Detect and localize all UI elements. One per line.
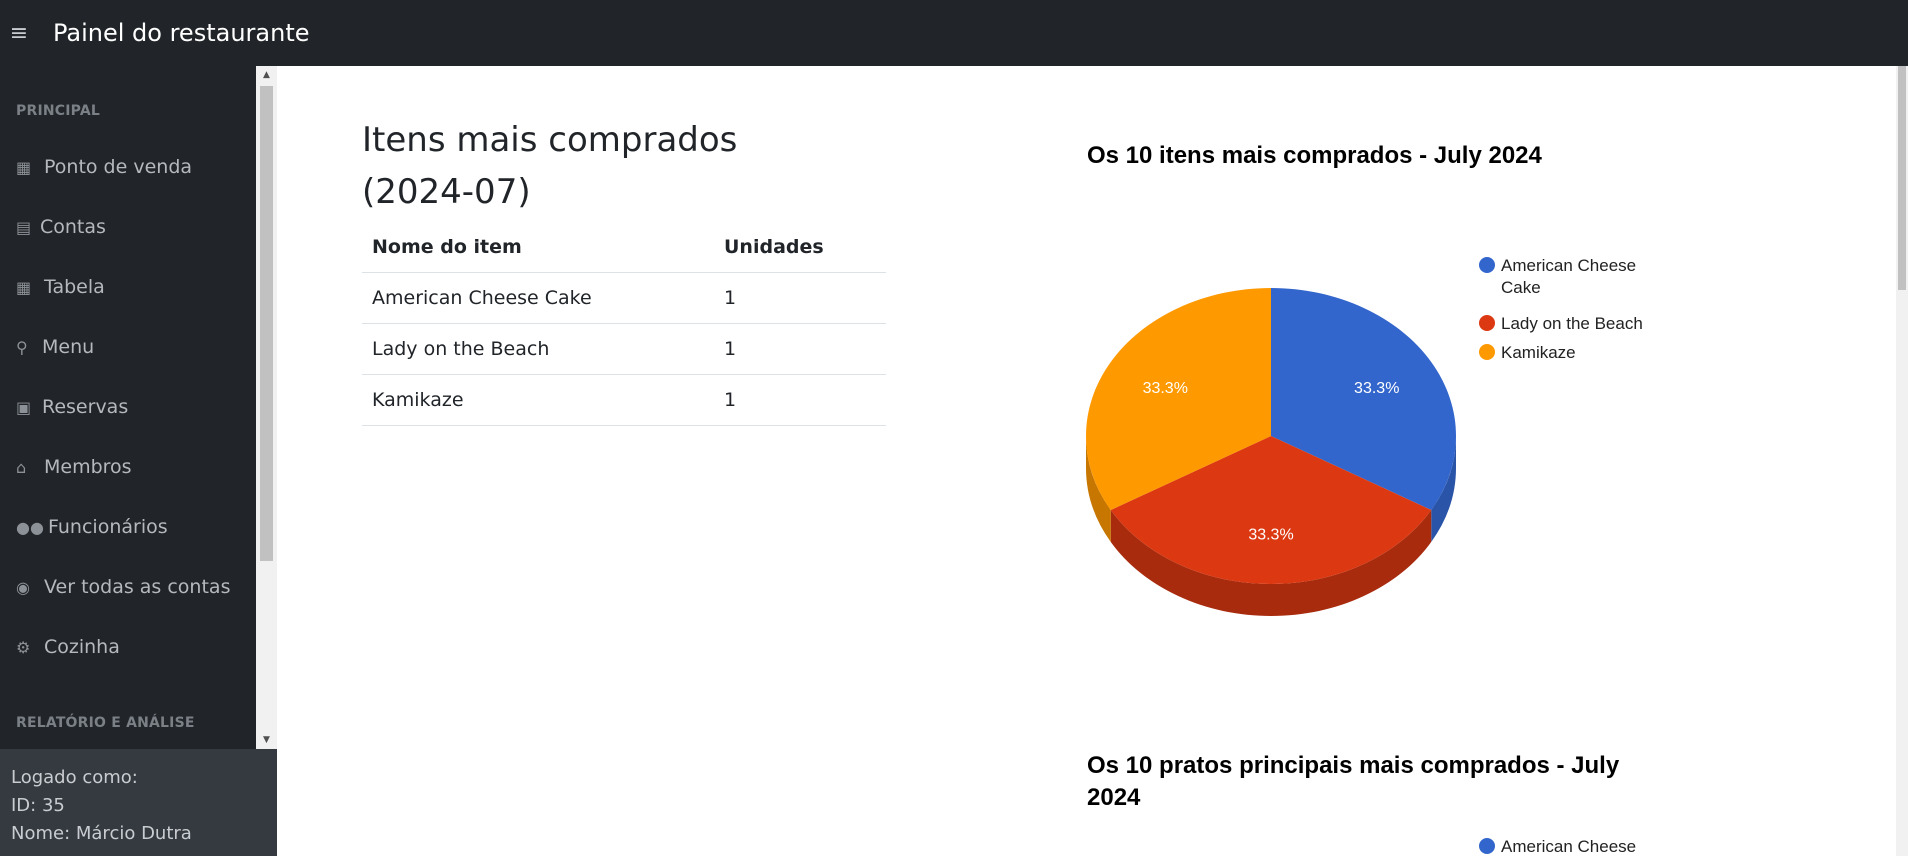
page-title: Itens mais comprados (2024-07) (362, 120, 738, 212)
pie-slice-label: 33.3% (1248, 527, 1293, 544)
app-title[interactable]: Painel do restaurante (53, 19, 310, 47)
book-icon: ▣ (16, 397, 32, 417)
cell-item-name: Kamikaze (362, 374, 714, 426)
table-header-row: Nome do item Unidades (362, 222, 886, 273)
scroll-up-arrow-icon[interactable]: ▲ (256, 66, 277, 84)
user-id: ID: 35 (11, 795, 65, 816)
sidebar-item-membros[interactable]: ⌂ Membros (16, 456, 132, 478)
sidebar-item-label: Contas (40, 216, 106, 238)
sidebar-footer: Logado como: ID: 35 Nome: Márcio Dutra (0, 749, 277, 856)
table-row: Lady on the Beach 1 (362, 323, 886, 375)
sidebar-item-contas[interactable]: ▤ Contas (16, 216, 106, 238)
sidebar-item-label: Menu (42, 336, 95, 358)
sidebar-item-funcionarios[interactable]: ●● Funcionários (16, 516, 168, 538)
sidebar-heading-principal: PRINCIPAL (16, 103, 100, 119)
user-name: Nome: Márcio Dutra (11, 823, 192, 844)
pie-slice-label: 33.3% (1143, 380, 1188, 397)
sidebar-item-ver-todas-as-contas[interactable]: ◉ Ver todas as contas (16, 576, 230, 598)
sidebar-item-ponto-de-venda[interactable]: ▦ Ponto de venda (16, 156, 192, 178)
logged-as-label: Logado como: (11, 767, 138, 788)
cell-item-name: Lady on the Beach (362, 323, 714, 375)
legend-swatch (1479, 315, 1495, 331)
kitchen-icon: ⚙ (16, 637, 31, 657)
cell-units: 1 (714, 323, 886, 375)
sidebar-item-label: Tabela (44, 276, 105, 298)
sidebar-scrollbar[interactable]: ▲ ▼ (256, 66, 277, 749)
sidebar-item-cozinha[interactable]: ⚙ Cozinha (16, 636, 120, 658)
column-header-units: Unidades (714, 222, 886, 273)
top-navbar: ≡ Painel do restaurante (0, 0, 1908, 66)
chart-title: Os 10 itens mais comprados - July 2024 (1087, 142, 1542, 169)
house-user-icon: ⌂ (16, 457, 27, 477)
sidebar-item-tabela[interactable]: ▦ Tabela (16, 276, 105, 298)
cell-item-name: American Cheese Cake (362, 272, 714, 324)
pie-slice-label: 33.3% (1354, 380, 1399, 397)
scrollbar-thumb[interactable] (260, 86, 273, 561)
sidebar-item-label: Membros (44, 456, 132, 478)
sidebar-item-label: Ver todas as contas (44, 576, 231, 598)
legend-item[interactable]: Lady on the Beach (1479, 314, 1643, 333)
hamburger-icon[interactable]: ≡ (4, 21, 34, 46)
sidebar-item-menu[interactable]: ⚲ Menu (16, 336, 94, 358)
chart2-title: Os 10 pratos principais mais comprados -… (1087, 752, 1620, 811)
legend-item[interactable]: American Cheese Cake (1479, 256, 1636, 297)
cell-units: 1 (714, 374, 886, 426)
legend-label: American Cheese Cake (1501, 256, 1636, 297)
page-scrollbar-thumb[interactable] (1898, 66, 1906, 290)
sidebar-nav: PRINCIPAL ▦ Ponto de venda ▤ Contas ▦ Ta… (0, 66, 256, 749)
sidebar: PRINCIPAL ▦ Ponto de venda ▤ Contas ▦ Ta… (0, 66, 277, 856)
page-scrollbar[interactable] (1896, 66, 1908, 856)
main-content: Itens mais comprados (2024-07) Nome do i… (277, 66, 1896, 856)
sidebar-item-reservas[interactable]: ▣ Reservas (16, 396, 128, 418)
receipt-icon: ▤ (16, 217, 32, 237)
chart2-legend: American Cheese (1479, 837, 1636, 856)
column-header-item-name: Nome do item (362, 222, 714, 273)
legend-label: Lady on the Beach (1501, 314, 1643, 333)
items-table: Nome do item Unidades American Cheese Ca… (362, 222, 886, 426)
sidebar-item-label: Cozinha (44, 636, 120, 658)
legend-label: American Cheese (1501, 837, 1636, 856)
scroll-down-arrow-icon[interactable]: ▼ (256, 731, 277, 749)
cell-units: 1 (714, 272, 886, 324)
legend-item[interactable]: Kamikaze (1479, 343, 1576, 362)
sidebar-item-label: Ponto de venda (44, 156, 193, 178)
legend-swatch (1479, 344, 1495, 360)
eye-icon: ◉ (16, 577, 30, 597)
legend-swatch (1479, 257, 1495, 273)
table-grid-icon: ▦ (16, 277, 32, 297)
legend-swatch (1479, 838, 1495, 854)
people-group-icon: ●● (16, 517, 44, 537)
pie-chart: 33.3% 33.3% 33.3% American Cheese Cake Lady o… (1086, 256, 1643, 616)
cash-register-icon: ▦ (16, 157, 32, 177)
sidebar-item-label: Reservas (42, 396, 129, 418)
legend-label: Kamikaze (1501, 343, 1576, 362)
table-row: Kamikaze 1 (362, 374, 886, 426)
sidebar-heading-relatorio: RELATÓRIO E ANÁLISE (16, 715, 195, 731)
utensils-icon: ⚲ (16, 337, 28, 357)
table-row: American Cheese Cake 1 (362, 272, 886, 324)
sidebar-item-label: Funcionários (48, 516, 168, 538)
